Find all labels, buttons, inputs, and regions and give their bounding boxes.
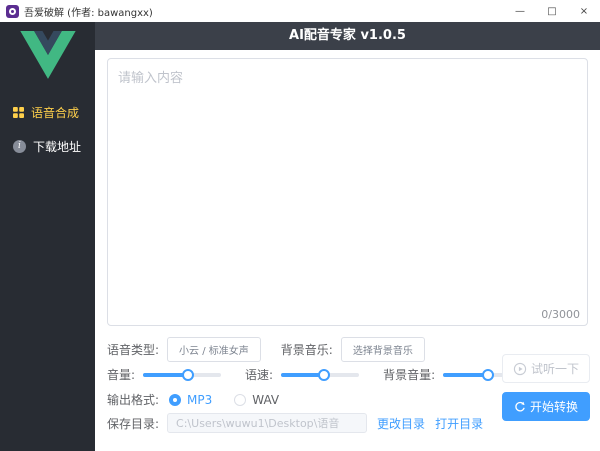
sidebar-item-voice-synthesis[interactable]: 语音合成: [0, 95, 95, 129]
refresh-icon: [514, 401, 526, 413]
bg-volume-slider: 背景音量:: [383, 366, 522, 383]
close-button[interactable]: ×: [568, 0, 600, 22]
info-icon: i: [13, 139, 26, 153]
maximize-button[interactable]: □: [536, 0, 568, 22]
volume-label: 音量:: [107, 368, 136, 382]
preview-button[interactable]: 试听一下: [502, 354, 590, 383]
change-dir-link[interactable]: 更改目录: [377, 415, 425, 432]
app-icon: [6, 4, 19, 18]
sidebar: 语音合成 i 下载地址: [0, 22, 95, 451]
convert-button-label: 开始转换: [529, 400, 578, 414]
save-dir-label: 保存目录:: [107, 416, 160, 431]
speed-label: 语速:: [245, 368, 274, 382]
speed-slider: 语速:: [245, 366, 360, 383]
sidebar-item-label: 下载地址: [33, 139, 82, 154]
radio-mp3[interactable]: MP3: [169, 393, 212, 407]
content-input[interactable]: [107, 58, 588, 326]
slider-thumb[interactable]: [317, 368, 330, 381]
output-format-row: 输出格式: MP3 WAV: [107, 391, 301, 408]
sliders-row: 音量: 语速: 背景音量:: [107, 366, 545, 383]
slider-thumb[interactable]: [481, 368, 494, 381]
char-counter: 0/3000: [541, 308, 580, 321]
bg-music-button[interactable]: 选择背景音乐: [340, 337, 425, 362]
main-content: 0/3000 语音类型: 小云 / 标准女声 背景音乐: 选择背景音乐 音量: …: [95, 50, 600, 451]
app-header: AI配音专家 v1.0.5: [95, 22, 600, 50]
voice-options-row: 语音类型: 小云 / 标准女声 背景音乐: 选择背景音乐: [107, 337, 425, 362]
convert-button[interactable]: 开始转换: [502, 392, 590, 421]
open-dir-link[interactable]: 打开目录: [435, 415, 483, 432]
save-dir-row: 保存目录: 更改目录 打开目录: [107, 413, 483, 433]
volume-slider-track[interactable]: [143, 368, 222, 381]
output-format-label: 输出格式:: [107, 393, 160, 407]
volume-slider: 音量:: [107, 366, 222, 383]
voice-type-label: 语音类型:: [107, 343, 160, 357]
radio-circle-icon: [169, 393, 182, 406]
speed-slider-track[interactable]: [281, 368, 360, 381]
voice-type-button[interactable]: 小云 / 标准女声: [167, 337, 261, 362]
grid-menu-icon: [13, 106, 24, 118]
bg-music-label: 背景音乐:: [280, 343, 333, 357]
play-circle-icon: [513, 362, 527, 376]
window-title: 吾爱破解 (作者: bawangxx): [24, 7, 153, 19]
save-dir-input[interactable]: [167, 413, 368, 433]
slider-thumb[interactable]: [181, 368, 194, 381]
titlebar: 吾爱破解 (作者: bawangxx) — □ ×: [0, 0, 600, 22]
preview-button-label: 试听一下: [530, 362, 579, 376]
window-controls: — □ ×: [504, 0, 600, 22]
vue-logo-icon: [19, 31, 76, 79]
radio-wav[interactable]: WAV: [234, 393, 279, 407]
text-editor: 0/3000: [107, 58, 588, 326]
app-window: 吾爱破解 (作者: bawangxx) — □ × 语音合成 i 下载地址 AI…: [0, 0, 600, 451]
sidebar-item-label: 语音合成: [31, 105, 80, 120]
sidebar-item-download-address[interactable]: i 下载地址: [0, 129, 95, 163]
bg-volume-label: 背景音量:: [383, 368, 436, 382]
sidebar-menu: 语音合成 i 下载地址: [0, 95, 95, 163]
page-title: AI配音专家 v1.0.5: [289, 28, 406, 43]
minimize-button[interactable]: —: [504, 0, 536, 22]
radio-circle-icon: [234, 393, 247, 406]
